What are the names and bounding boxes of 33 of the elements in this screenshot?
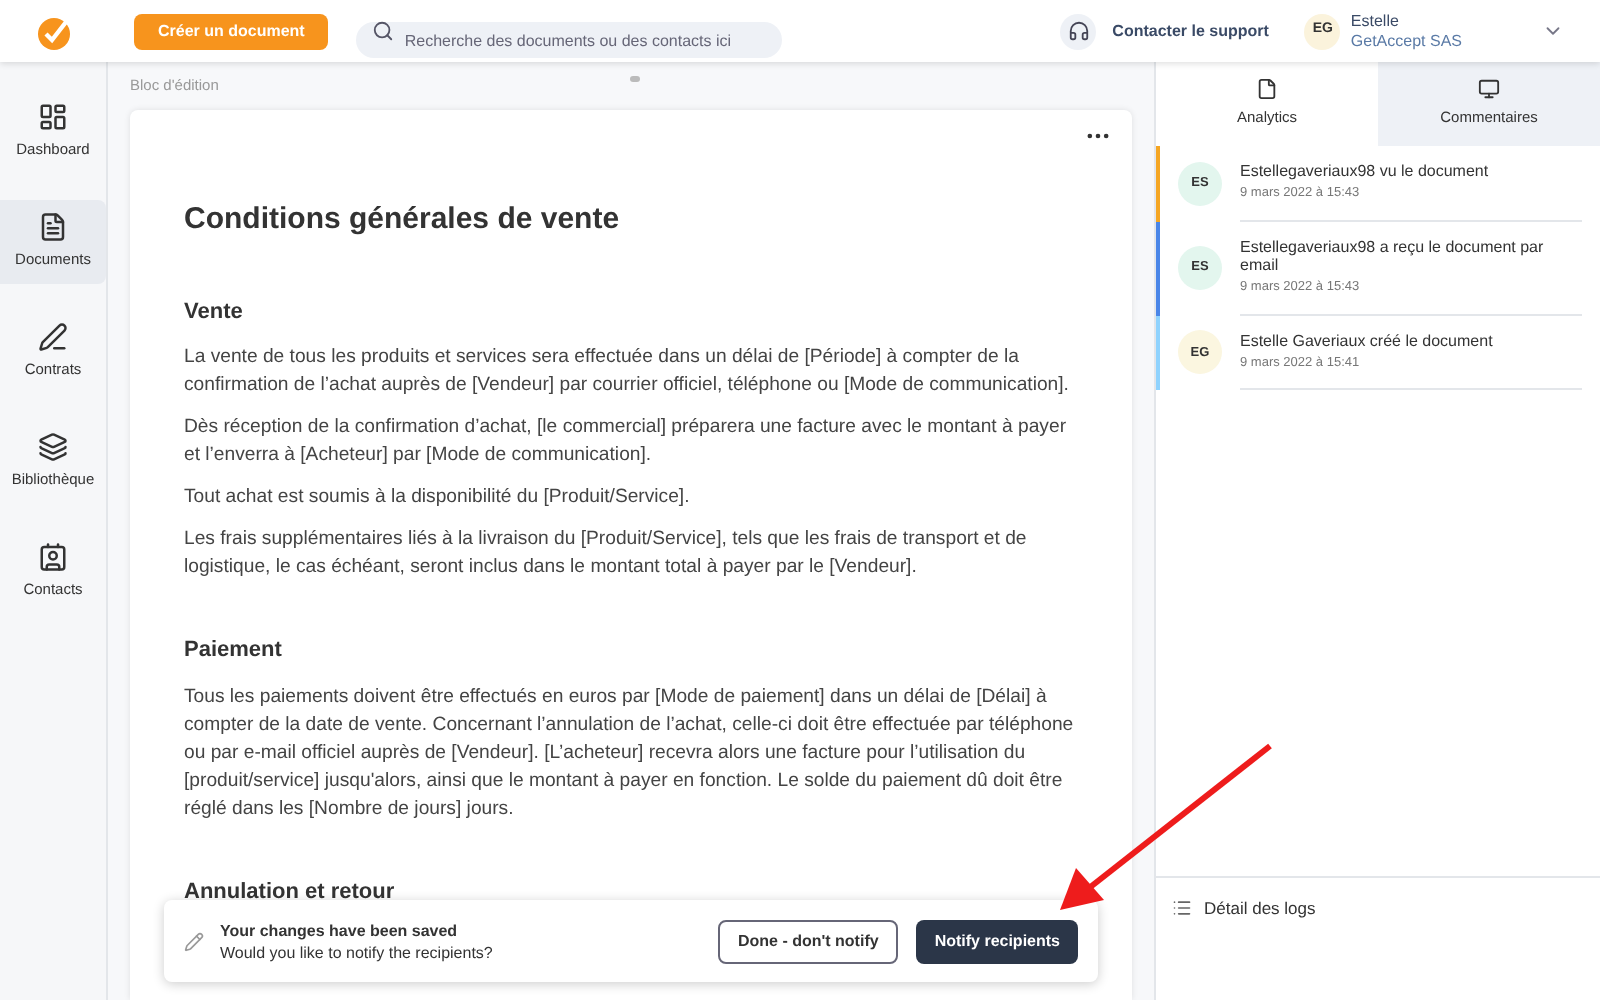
paragraph: Tout achat est soumis à la disponibilité du [Produit/Service].: [184, 484, 692, 512]
monitor-icon: [1478, 78, 1500, 101]
document-title: Conditions générales de vente: [184, 200, 622, 240]
logs-link[interactable]: Détail des logs: [1204, 898, 1316, 918]
dashboard-icon: [38, 102, 68, 133]
section-heading: Annulation et retour: [184, 877, 397, 907]
pen-icon: [38, 322, 68, 353]
search-icon: [372, 20, 395, 42]
layers-icon: [38, 432, 68, 463]
pencil-icon: [184, 931, 204, 951]
notify-button[interactable]: Notify recipients: [916, 919, 1078, 963]
contact-card-icon: [38, 542, 68, 573]
activity-text: Estellegaveriaux98 a reçu le document par email: [1240, 237, 1546, 274]
section-heading: Vente: [184, 297, 245, 327]
activity-text: Estelle Gaveriaux créé le document: [1240, 331, 1495, 349]
file-icon: [1256, 78, 1278, 101]
paragraph: Tous les paiements doivent être effectués en euros par [Mode de paiement] dans un délai de [Délai] à compter de la date de vente. Concernant l’annulation de l’achat, celle-ci doit être effectuée par téléphone ou par e-mail officiel auprès de [Vendeur]. [L’acheteur] recevra alors une facture pour l’utilisation du [produit/service] jusqu'alors, ainsi que le montant à payer en fonction. Le solde du paiement dû doit être réglé dans les [Nombre de jours] jours.: [184, 683, 1076, 823]
search-field[interactable]: Recherche des documents ou des contacts ici: [356, 22, 783, 58]
paragraph: Les frais supplémentaires liés à la livraison du [Produit/Service], tels que les frais de transport et de logistique, le cas échéant, seront inclus dans le montant total à payer par le [Vendeur].: [184, 526, 1029, 582]
toast-title: Your changes have been saved: [220, 919, 460, 941]
dismiss-button[interactable]: Done - don't notify: [717, 919, 899, 963]
list-icon: [1172, 898, 1192, 918]
support-link[interactable]: Contacter le support: [1060, 13, 1269, 49]
paragraph: Dès réception de la confirmation d’achat, [le commercial] préparera une facture avec le montant à payer et l’enverra à [Acheteur] par [Mode de communication].: [184, 414, 1069, 470]
drag-handle[interactable]: [630, 76, 640, 82]
toast-message: Would you like to notify the recipients?: [220, 941, 493, 963]
user-company: GetAccept SAS: [1350, 31, 1462, 51]
document-icon: [38, 212, 68, 243]
section-heading: Paiement: [184, 636, 284, 666]
activity-text: Estellegaveriaux98 vu le document: [1240, 162, 1491, 180]
user-name: Estelle: [1350, 11, 1401, 31]
paragraph: La vente de tous les produits et services sera effectuée dans un délai de [Période] à compter de la confirmation de l’achat auprès de [Vendeur] par courrier officiel, téléphone ou [Mode de communication].: [184, 344, 1071, 400]
headset-icon: [1067, 20, 1090, 42]
